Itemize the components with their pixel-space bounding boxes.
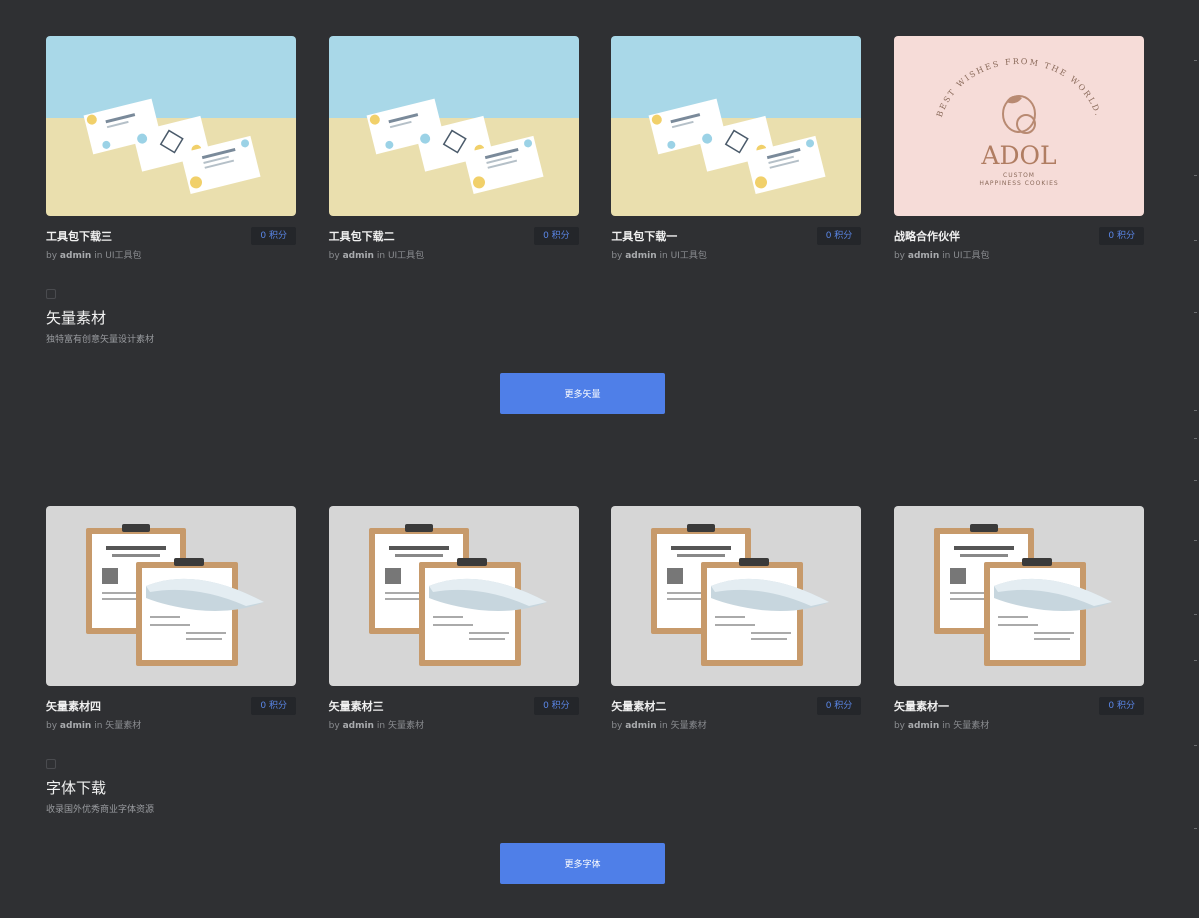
section-subtitle: 收录国外优秀商业字体资源 bbox=[46, 805, 155, 815]
card-title[interactable]: 矢量素材四 bbox=[46, 698, 101, 714]
section-title: 字体下载 bbox=[46, 779, 107, 797]
product-card: 工具包下载二 0 积分 by admin in UI工具包 bbox=[328, 36, 579, 261]
category-link[interactable]: UI工具包 bbox=[671, 251, 707, 261]
section-subtitle: 独特富有创意矢量设计素材 bbox=[46, 335, 155, 345]
product-card: 矢量素材三 0 积分 by admin in 矢量素材 bbox=[328, 506, 579, 731]
card-byline: by admin in UI工具包 bbox=[611, 251, 707, 261]
edge-marks bbox=[1193, 0, 1197, 918]
adol-logo-image: BEST WISHES FROM THE WORLD. ADOL CUSTOM … bbox=[893, 36, 1144, 216]
card-thumbnail[interactable] bbox=[46, 36, 296, 216]
card-thumbnail[interactable] bbox=[611, 506, 862, 686]
category-link[interactable]: UI工具包 bbox=[388, 251, 424, 261]
section-icon bbox=[46, 289, 56, 299]
vector-grid: 矢量素材四 0 积分 by admin in 矢量素材 矢量素材三 0 积分 b… bbox=[46, 506, 1144, 731]
author-link[interactable]: admin bbox=[343, 721, 374, 731]
card-byline: by admin in UI工具包 bbox=[46, 251, 142, 261]
more-fonts-button[interactable]: 更多字体 bbox=[500, 843, 665, 884]
points-badge: 0 积分 bbox=[1099, 697, 1144, 715]
product-card: BEST WISHES FROM THE WORLD. ADOL CUSTOM … bbox=[893, 36, 1144, 261]
category-link[interactable]: UI工具包 bbox=[105, 251, 141, 261]
category-link[interactable]: 矢量素材 bbox=[105, 721, 141, 731]
product-card: 矢量素材四 0 积分 by admin in 矢量素材 bbox=[46, 506, 296, 731]
card-title[interactable]: 工具包下载二 bbox=[329, 228, 395, 244]
author-link[interactable]: admin bbox=[908, 251, 939, 261]
card-title[interactable]: 战略合作伙伴 bbox=[894, 228, 960, 244]
card-byline: by admin in UI工具包 bbox=[328, 251, 425, 261]
points-badge: 0 积分 bbox=[816, 697, 862, 715]
card-thumbnail[interactable] bbox=[611, 36, 862, 216]
section-icon bbox=[46, 759, 56, 769]
more-vectors-button[interactable]: 更多矢量 bbox=[500, 373, 665, 414]
points-badge: 0 积分 bbox=[1099, 227, 1144, 245]
product-card: 矢量素材一 0 积分 by admin in 矢量素材 bbox=[893, 506, 1144, 731]
points-badge: 0 积分 bbox=[534, 227, 579, 245]
author-link[interactable]: admin bbox=[625, 721, 656, 731]
points-badge: 0 积分 bbox=[251, 697, 296, 715]
points-badge: 0 积分 bbox=[816, 227, 862, 245]
card-byline: by admin in 矢量素材 bbox=[46, 721, 142, 731]
card-byline: by admin in 矢量素材 bbox=[893, 721, 990, 731]
card-byline: by admin in 矢量素材 bbox=[328, 721, 424, 731]
logo-line2-text: HAPPINESS COOKIES bbox=[979, 180, 1058, 187]
category-link[interactable]: 矢量素材 bbox=[671, 721, 707, 731]
vector-section-header: 矢量素材 独特富有创意矢量设计素材 bbox=[46, 289, 154, 345]
author-link[interactable]: admin bbox=[60, 251, 91, 261]
logo-brand-text: ADOL bbox=[980, 141, 1056, 170]
logo-line1-text: CUSTOM bbox=[1003, 172, 1035, 179]
product-card: 工具包下载一 0 积分 by admin in UI工具包 bbox=[611, 36, 862, 261]
card-title[interactable]: 工具包下载一 bbox=[611, 228, 677, 244]
author-link[interactable]: admin bbox=[60, 721, 91, 731]
section-title: 矢量素材 bbox=[46, 309, 107, 327]
card-thumbnail[interactable] bbox=[46, 506, 296, 686]
card-title[interactable]: 工具包下载三 bbox=[46, 228, 112, 244]
font-section-header: 字体下载 收录国外优秀商业字体资源 bbox=[46, 759, 154, 815]
product-card: 工具包下载三 0 积分 by admin in UI工具包 bbox=[46, 36, 296, 261]
points-badge: 0 积分 bbox=[251, 227, 296, 245]
author-link[interactable]: admin bbox=[343, 251, 374, 261]
toolkit-grid: 工具包下载三 0 积分 by admin in UI工具包 工具包下载二 0 积… bbox=[46, 36, 1144, 261]
card-title[interactable]: 矢量素材二 bbox=[611, 698, 666, 714]
category-link[interactable]: 矢量素材 bbox=[388, 721, 424, 731]
author-link[interactable]: admin bbox=[908, 721, 939, 731]
card-thumbnail[interactable] bbox=[328, 506, 579, 686]
category-link[interactable]: 矢量素材 bbox=[953, 721, 989, 731]
card-byline: by admin in UI工具包 bbox=[893, 251, 990, 261]
card-title[interactable]: 矢量素材三 bbox=[329, 698, 384, 714]
product-card: 矢量素材二 0 积分 by admin in 矢量素材 bbox=[611, 506, 862, 731]
points-badge: 0 积分 bbox=[534, 697, 579, 715]
card-byline: by admin in 矢量素材 bbox=[611, 721, 707, 731]
card-thumbnail[interactable] bbox=[328, 36, 579, 216]
card-title[interactable]: 矢量素材一 bbox=[894, 698, 949, 714]
card-thumbnail[interactable] bbox=[893, 506, 1144, 686]
card-thumbnail[interactable]: BEST WISHES FROM THE WORLD. ADOL CUSTOM … bbox=[893, 36, 1144, 216]
category-link[interactable]: UI工具包 bbox=[953, 251, 989, 261]
author-link[interactable]: admin bbox=[625, 251, 656, 261]
